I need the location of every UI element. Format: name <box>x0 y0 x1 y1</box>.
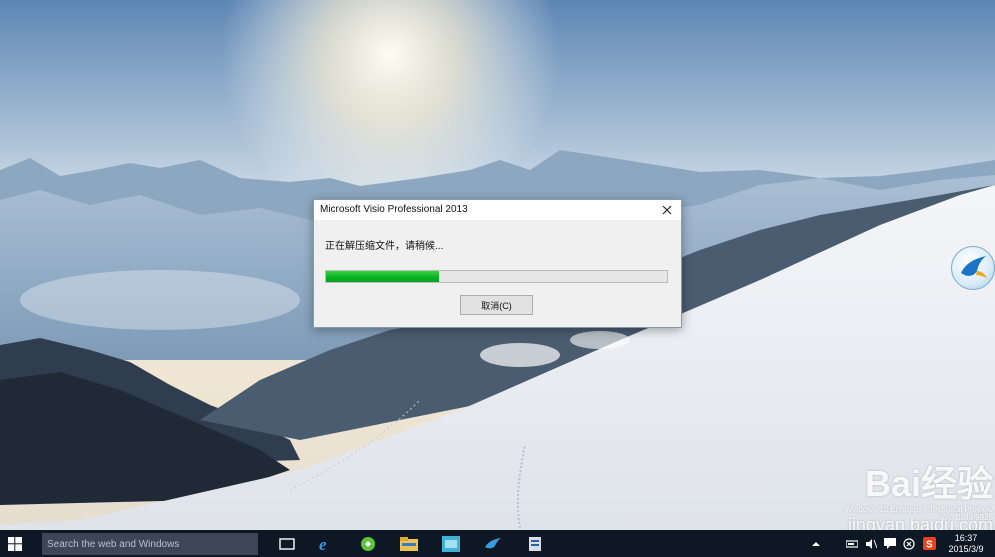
dialog-message: 正在解压缩文件，请稍候... <box>325 241 444 252</box>
close-icon[interactable] <box>653 200 681 220</box>
search-input[interactable]: Search the web and Windows <box>42 533 258 555</box>
taskbar-clock[interactable]: 16:37 2015/3/9 <box>940 533 992 555</box>
clock-date: 2015/3/9 <box>948 544 984 554</box>
clock-time: 16:37 <box>954 533 978 543</box>
progress-bar <box>325 270 668 283</box>
network-icon[interactable] <box>843 530 861 557</box>
search-placeholder: Search the web and Windows <box>47 538 180 550</box>
progress-fill <box>326 271 439 282</box>
volume-icon[interactable] <box>862 530 880 557</box>
task-view-icon[interactable] <box>270 530 304 557</box>
dialog-title: Microsoft Visio Professional 2013 <box>320 204 468 215</box>
chevron-up-icon[interactable] <box>808 530 824 557</box>
windows-logo-icon <box>8 536 22 551</box>
cancel-button[interactable]: 取消(C) <box>460 295 533 315</box>
close-circle-icon[interactable] <box>900 530 918 557</box>
media-icon[interactable] <box>434 530 468 557</box>
extract-dialog: Microsoft Visio Professional 2013 正在解压缩文… <box>313 199 682 328</box>
bird-app-icon[interactable] <box>951 246 995 290</box>
bird-app-icon[interactable] <box>476 530 510 557</box>
internet-explorer-icon[interactable]: e <box>309 530 343 557</box>
dialog-titlebar[interactable]: Microsoft Visio Professional 2013 <box>314 200 681 220</box>
sogou-icon[interactable]: S <box>920 530 938 557</box>
file-explorer-icon[interactable] <box>392 530 426 557</box>
installer-icon[interactable] <box>518 530 552 557</box>
store-icon[interactable] <box>351 530 385 557</box>
svg-text:S: S <box>926 540 933 551</box>
action-center-icon[interactable] <box>881 530 899 557</box>
taskbar: Search the web and Windows e S 16:37 201… <box>0 530 995 557</box>
start-button[interactable] <box>0 530 30 557</box>
svg-text:e: e <box>319 535 327 553</box>
